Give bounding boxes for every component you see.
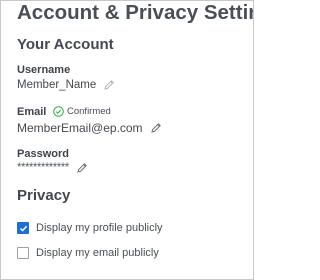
username-row: Member_Name <box>17 79 115 91</box>
profile-public-label: Display my profile publicly <box>36 222 163 234</box>
privacy-option-email-public[interactable]: Display my email publicly <box>17 247 159 259</box>
email-label: Email <box>17 106 47 118</box>
settings-panel: Account & Privacy Settings Your Account … <box>0 0 254 280</box>
email-value: MemberEmail@ep.com <box>17 121 143 135</box>
section-title-privacy: Privacy <box>17 187 71 204</box>
edit-username-pencil-icon[interactable] <box>103 79 115 91</box>
password-value: ************* <box>17 162 69 174</box>
page-title: Account & Privacy Settings <box>17 1 253 24</box>
email-status-text: Confirmed <box>67 106 111 117</box>
email-row: MemberEmail@ep.com <box>17 121 162 135</box>
email-confirmed-badge: Confirmed <box>53 106 111 117</box>
section-title-your-account: Your Account <box>17 36 114 53</box>
email-public-checkbox[interactable] <box>17 247 29 259</box>
check-circle-icon <box>53 106 64 117</box>
edit-password-pencil-icon[interactable] <box>76 162 88 174</box>
password-row: ************* <box>17 162 88 174</box>
email-public-label: Display my email publicly <box>36 247 159 259</box>
username-value: Member_Name <box>17 79 97 91</box>
username-label: Username <box>17 64 71 76</box>
profile-public-checkbox[interactable] <box>17 222 29 234</box>
password-label: Password <box>17 148 69 160</box>
privacy-option-profile-public[interactable]: Display my profile publicly <box>17 222 163 234</box>
edit-email-pencil-icon[interactable] <box>150 122 162 134</box>
